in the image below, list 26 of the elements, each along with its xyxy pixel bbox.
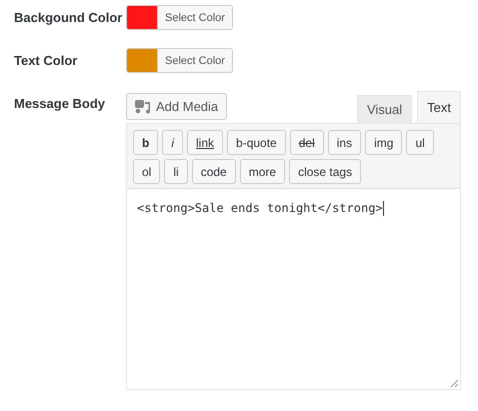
color-picker-button[interactable]: Select Color (126, 5, 233, 30)
field-label: Message Body (14, 95, 106, 111)
add-media-button[interactable]: Add Media (126, 93, 228, 120)
editor-tab[interactable]: Visual (356, 95, 412, 123)
media-icon (135, 99, 151, 114)
resize-grip-icon (450, 379, 458, 387)
color-picker-button[interactable]: Select Color (126, 48, 233, 73)
field-label: Text Color (14, 52, 78, 68)
quicktag-button[interactable]: i (162, 130, 184, 155)
quicktag-button[interactable]: code (192, 159, 236, 184)
quicktag-button[interactable]: more (240, 159, 286, 184)
quicktag-button[interactable]: del (290, 130, 324, 155)
quicktag-button[interactable]: ol (133, 159, 160, 184)
quicktag-button[interactable]: close tags (289, 159, 362, 184)
field-label: Backgound Color (14, 9, 124, 25)
editor-tab[interactable]: Text (417, 91, 461, 123)
quicktag-button[interactable]: ins (328, 130, 362, 155)
select-color-label: Select Color (157, 6, 232, 29)
quicktag-button[interactable]: b (133, 130, 158, 155)
quicktag-button[interactable]: ul (406, 130, 434, 155)
select-color-label: Select Color (157, 49, 232, 72)
quicktag-button[interactable]: link (187, 130, 224, 155)
quicktag-button[interactable]: img (365, 130, 402, 155)
quicktag-button[interactable]: li (164, 159, 188, 184)
editor-content: <strong>Sale ends tonight</strong> (137, 201, 383, 215)
quicktag-button[interactable]: b-quote (227, 130, 286, 155)
